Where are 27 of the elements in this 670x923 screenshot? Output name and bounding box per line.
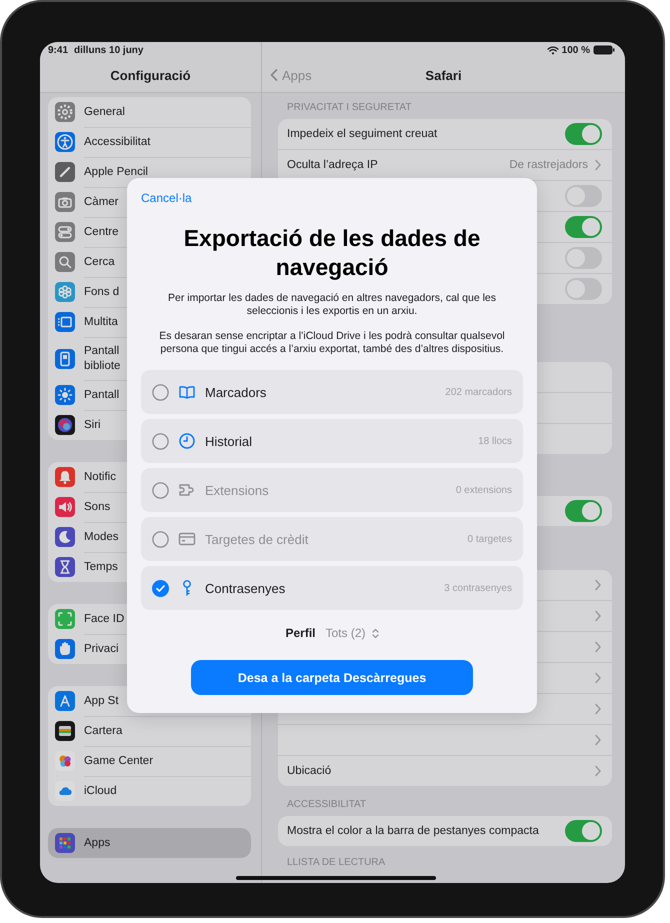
option-label: Historial [205,434,252,448]
option-count: 0 targetes [468,534,512,544]
option-label: Marcadors [205,384,266,400]
battery-level: 100 % [562,44,590,56]
dialog-text: Per importar les dades de navegació en altres navegadors, cal que les seleccionis i les exportis en un arxiu. [166,292,498,318]
profile-label: Perfil [285,626,316,640]
status-time: 9:41 [48,44,68,56]
option-count: 3 contrasenyes [444,582,512,594]
sidebar-title: Configuració [110,68,191,82]
option-count: 0 extensions [456,484,512,496]
option-count: 18 llocs [478,436,512,446]
option-count: 202 marcadors [445,386,512,398]
dialog-text: Es desaran sense encriptar a l’iCloud Drive i les podrà consultar qualsevol persona que tingui accés a l’arxiu exportat, també des d’altres dispositius. [158,330,506,356]
section-header: ACCESSIBILITAT [286,798,368,812]
option-label: Targetes de crèdit [205,532,308,546]
dialog-title: Exportació de les dades de navegació [182,224,482,282]
option-label: Extensions [205,482,269,498]
row-label: Ubicació [287,764,332,778]
row-label: Mostra el color a la barra de pestanyes compacta [287,824,540,838]
section-header: LLISTA DE LECTURA [286,856,386,870]
row-value: De rastrejadors [509,159,588,171]
option-label: Contrasenyes [205,580,286,596]
status-date: dilluns 10 juny [74,44,144,56]
section-header: PRIVACITAT I SEGURETAT [286,101,412,115]
row-label: Impedeix el seguiment creuat [287,127,438,141]
row-label: Oculta l’adreça IP [287,158,379,172]
page-title: Safari [425,68,462,82]
